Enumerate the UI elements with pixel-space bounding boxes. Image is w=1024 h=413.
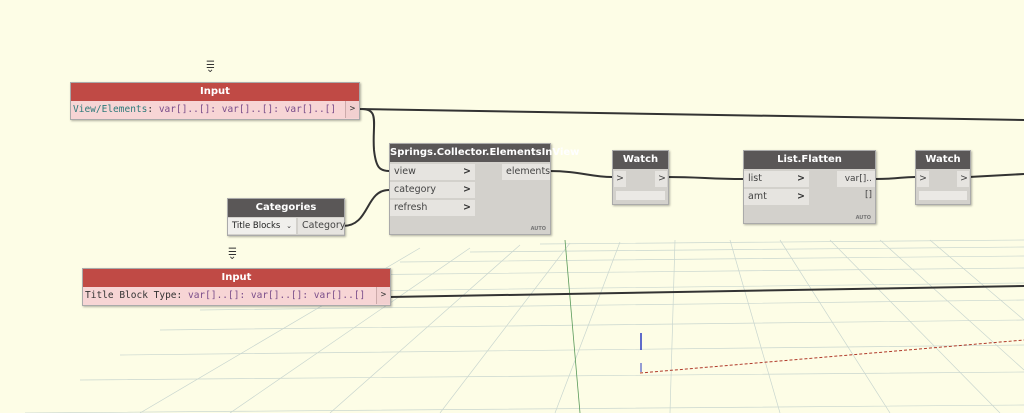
port-label: category (394, 184, 436, 195)
node-title: Springs.Collector.ElementsInView (390, 144, 579, 162)
watch-node-2[interactable]: Watch > > (915, 150, 971, 205)
input-type: var[]..[]: var[]..[]: var[]..[] (158, 104, 337, 115)
category-dropdown[interactable]: Title Blocks ⌄ (228, 218, 296, 234)
chevron-icon: > (797, 191, 805, 202)
node-title: Watch (916, 151, 970, 169)
dropdown-value: Title Blocks (232, 221, 281, 231)
input-signature[interactable]: View/Elements: var[]..[]: var[]..[]: var… (71, 101, 359, 118)
node-title: Categories (228, 199, 344, 217)
input-port-category[interactable]: category > (390, 182, 475, 198)
input-port-refresh[interactable]: refresh > (390, 200, 475, 216)
note-icon[interactable]: ☰ ⌄ (228, 247, 237, 269)
output-port-elements[interactable]: elements (502, 164, 550, 180)
input-name: View/Elements (73, 104, 148, 115)
output-port[interactable]: > (345, 101, 359, 118)
output-port[interactable]: var[]..[] (837, 171, 875, 200)
sep: : (147, 104, 159, 115)
watch-node-1[interactable]: Watch > > (612, 150, 669, 205)
chevron-icon: > (797, 173, 805, 184)
node-title: Input (83, 269, 390, 287)
input-node-title-block-type[interactable]: Input Title Block Type: var[]..[]: var[]… (82, 268, 391, 306)
input-type: var[]..[]: var[]..[]: var[]..[] (187, 290, 366, 301)
list-flatten-node[interactable]: List.Flatten list > amt > var[]..[] AUTO (743, 150, 876, 224)
input-port-view[interactable]: view > (390, 164, 475, 180)
output-port[interactable]: > (376, 287, 390, 304)
port-label: list (748, 173, 762, 184)
chevron-icon: > (463, 184, 471, 195)
port-label: refresh (394, 202, 428, 213)
lacing-label: AUTO (855, 215, 871, 221)
input-node-view-elements[interactable]: Input View/Elements: var[]..[]: var[]..[… (70, 82, 360, 120)
node-title: List.Flatten (744, 151, 875, 169)
sep: : (176, 290, 188, 301)
input-port-amt[interactable]: amt > (744, 189, 809, 205)
input-name: Title Block Type (85, 290, 177, 301)
categories-node[interactable]: Categories Title Blocks ⌄ Category (227, 198, 345, 236)
springs-elements-in-view-node[interactable]: Springs.Collector.ElementsInView view > c… (389, 143, 579, 235)
note-icon[interactable]: ☰ ⌄ (206, 60, 215, 82)
port-label: amt (748, 191, 767, 202)
input-port[interactable]: > (614, 171, 626, 187)
node-title: Watch (613, 151, 668, 169)
port-label: view (394, 166, 416, 177)
watch-display (919, 191, 967, 200)
lacing-label: AUTO (530, 226, 546, 232)
output-port[interactable]: > (957, 171, 969, 187)
chevron-icon: > (463, 166, 471, 177)
input-signature[interactable]: Title Block Type: var[]..[]: var[]..[]: … (83, 287, 390, 304)
output-port-category[interactable]: Category (298, 218, 345, 234)
input-port-list[interactable]: list > (744, 171, 809, 187)
input-port[interactable]: > (917, 171, 929, 187)
output-port[interactable]: > (655, 171, 667, 187)
node-title: Input (71, 83, 359, 101)
chevron-down-icon: ⌄ (286, 222, 292, 230)
chevron-icon: > (463, 202, 471, 213)
watch-display (616, 191, 665, 200)
